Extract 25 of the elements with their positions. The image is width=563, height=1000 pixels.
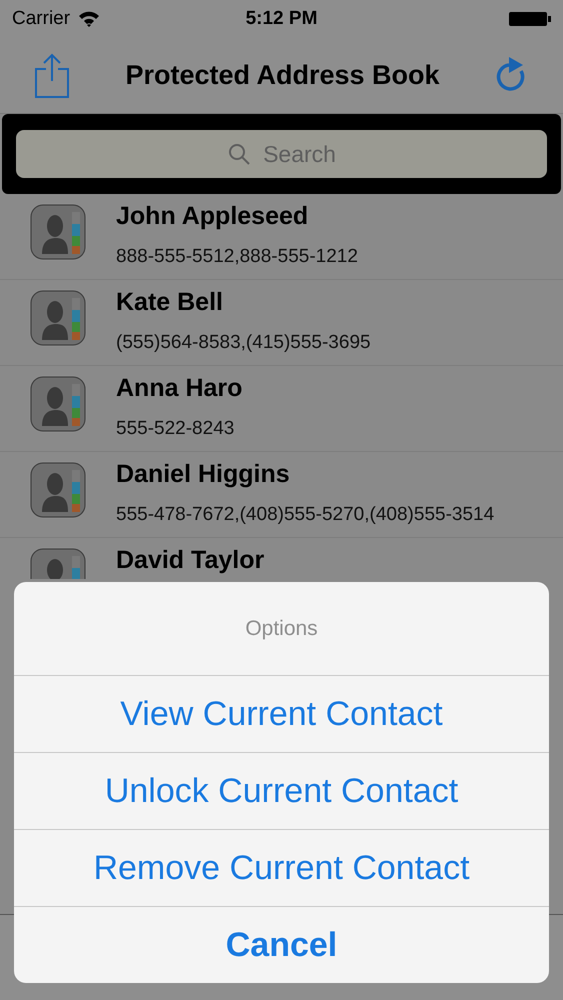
sheet-title: Options	[245, 616, 318, 642]
wifi-icon	[78, 11, 100, 27]
contact-phone: 888-555-5512,888-555-1212	[116, 245, 358, 269]
contact-name[interactable]: David Taylor	[116, 542, 264, 578]
contacts-app-icon	[30, 376, 86, 432]
search-icon	[227, 142, 252, 166]
battery-icon	[509, 11, 551, 27]
contact-name[interactable]: Daniel Higgins	[116, 456, 494, 492]
contact-phone: (555)564-8583,(415)555-3695	[116, 331, 371, 355]
contact-name[interactable]: Anna Haro	[116, 370, 242, 406]
action-button[interactable]: Unlock Current Contact	[14, 753, 549, 830]
nav-title: Protected Address Book	[125, 59, 440, 92]
contact-name[interactable]: Kate Bell	[116, 284, 371, 320]
contact-phone: 555-478-7672,(408)555-5270,(408)555-3514	[116, 503, 494, 527]
action-button[interactable]: Remove Current Contact	[14, 830, 549, 907]
cancel-button[interactable]: Cancel	[14, 907, 549, 983]
share-icon[interactable]	[34, 52, 70, 98]
contacts-app-icon	[30, 204, 86, 260]
carrier-label: Carrier	[12, 6, 70, 31]
contacts-app-icon	[30, 290, 86, 346]
contact-name[interactable]: John Appleseed	[116, 198, 358, 234]
contacts-app-icon	[30, 462, 86, 518]
contact-phone: 555-522-8243	[116, 417, 236, 441]
clock-time: 5:12 PM	[246, 6, 318, 31]
action-button[interactable]: View Current Contact	[14, 676, 549, 753]
